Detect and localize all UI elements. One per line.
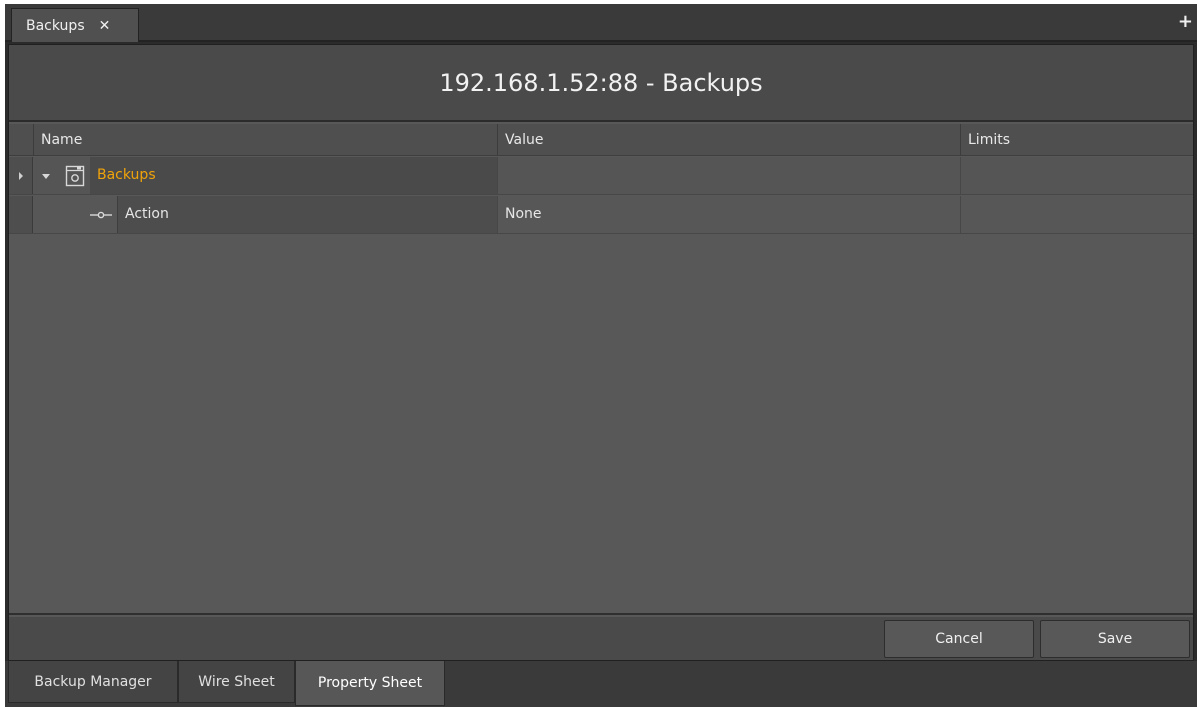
document-tab-bar: Backups ✕ + (5, 4, 1197, 42)
row-value[interactable] (497, 157, 960, 194)
page-title: 192.168.1.52:88 - Backups (9, 45, 1193, 122)
row-value[interactable]: None (497, 196, 960, 233)
property-sheet-panel: 192.168.1.52:88 - Backups Name Value Lim… (8, 44, 1194, 661)
row-gutter[interactable] (9, 157, 33, 194)
save-button[interactable]: Save (1040, 620, 1190, 658)
close-icon[interactable]: ✕ (99, 18, 111, 34)
tab-backup-manager[interactable]: Backup Manager (8, 661, 178, 703)
view-tab-bar: Backup Manager Wire Sheet Property Sheet (5, 661, 1197, 707)
table-row[interactable]: Action None (9, 196, 1193, 234)
row-name: Action (117, 196, 497, 233)
tab-backups[interactable]: Backups ✕ (11, 8, 139, 42)
column-header-limits[interactable]: Limits (960, 124, 1193, 156)
row-limits (960, 157, 1193, 194)
cancel-button[interactable]: Cancel (884, 620, 1034, 658)
column-header-value[interactable]: Value (497, 124, 960, 156)
action-slot-icon (90, 211, 112, 219)
grid-header: Name Value Limits (9, 124, 1193, 156)
grid-empty-area (9, 235, 1193, 615)
tab-property-sheet[interactable]: Property Sheet (295, 661, 445, 706)
app-window: Backups ✕ + 192.168.1.52:88 - Backups Na… (5, 4, 1197, 707)
collapse-chevron-icon[interactable] (39, 157, 53, 195)
tab-wire-sheet[interactable]: Wire Sheet (178, 661, 295, 703)
table-row[interactable]: Backups (9, 157, 1193, 195)
row-gutter[interactable] (9, 196, 33, 233)
dialog-footer: Cancel Save (9, 617, 1193, 660)
row-limits (960, 196, 1193, 233)
row-name: Backups (97, 167, 156, 183)
tab-label: Backups (26, 17, 85, 34)
row-pointer-icon (19, 172, 23, 180)
column-header-name[interactable]: Name (33, 124, 497, 156)
add-tab-icon[interactable]: + (1178, 13, 1193, 31)
backup-folder-icon (65, 165, 85, 187)
